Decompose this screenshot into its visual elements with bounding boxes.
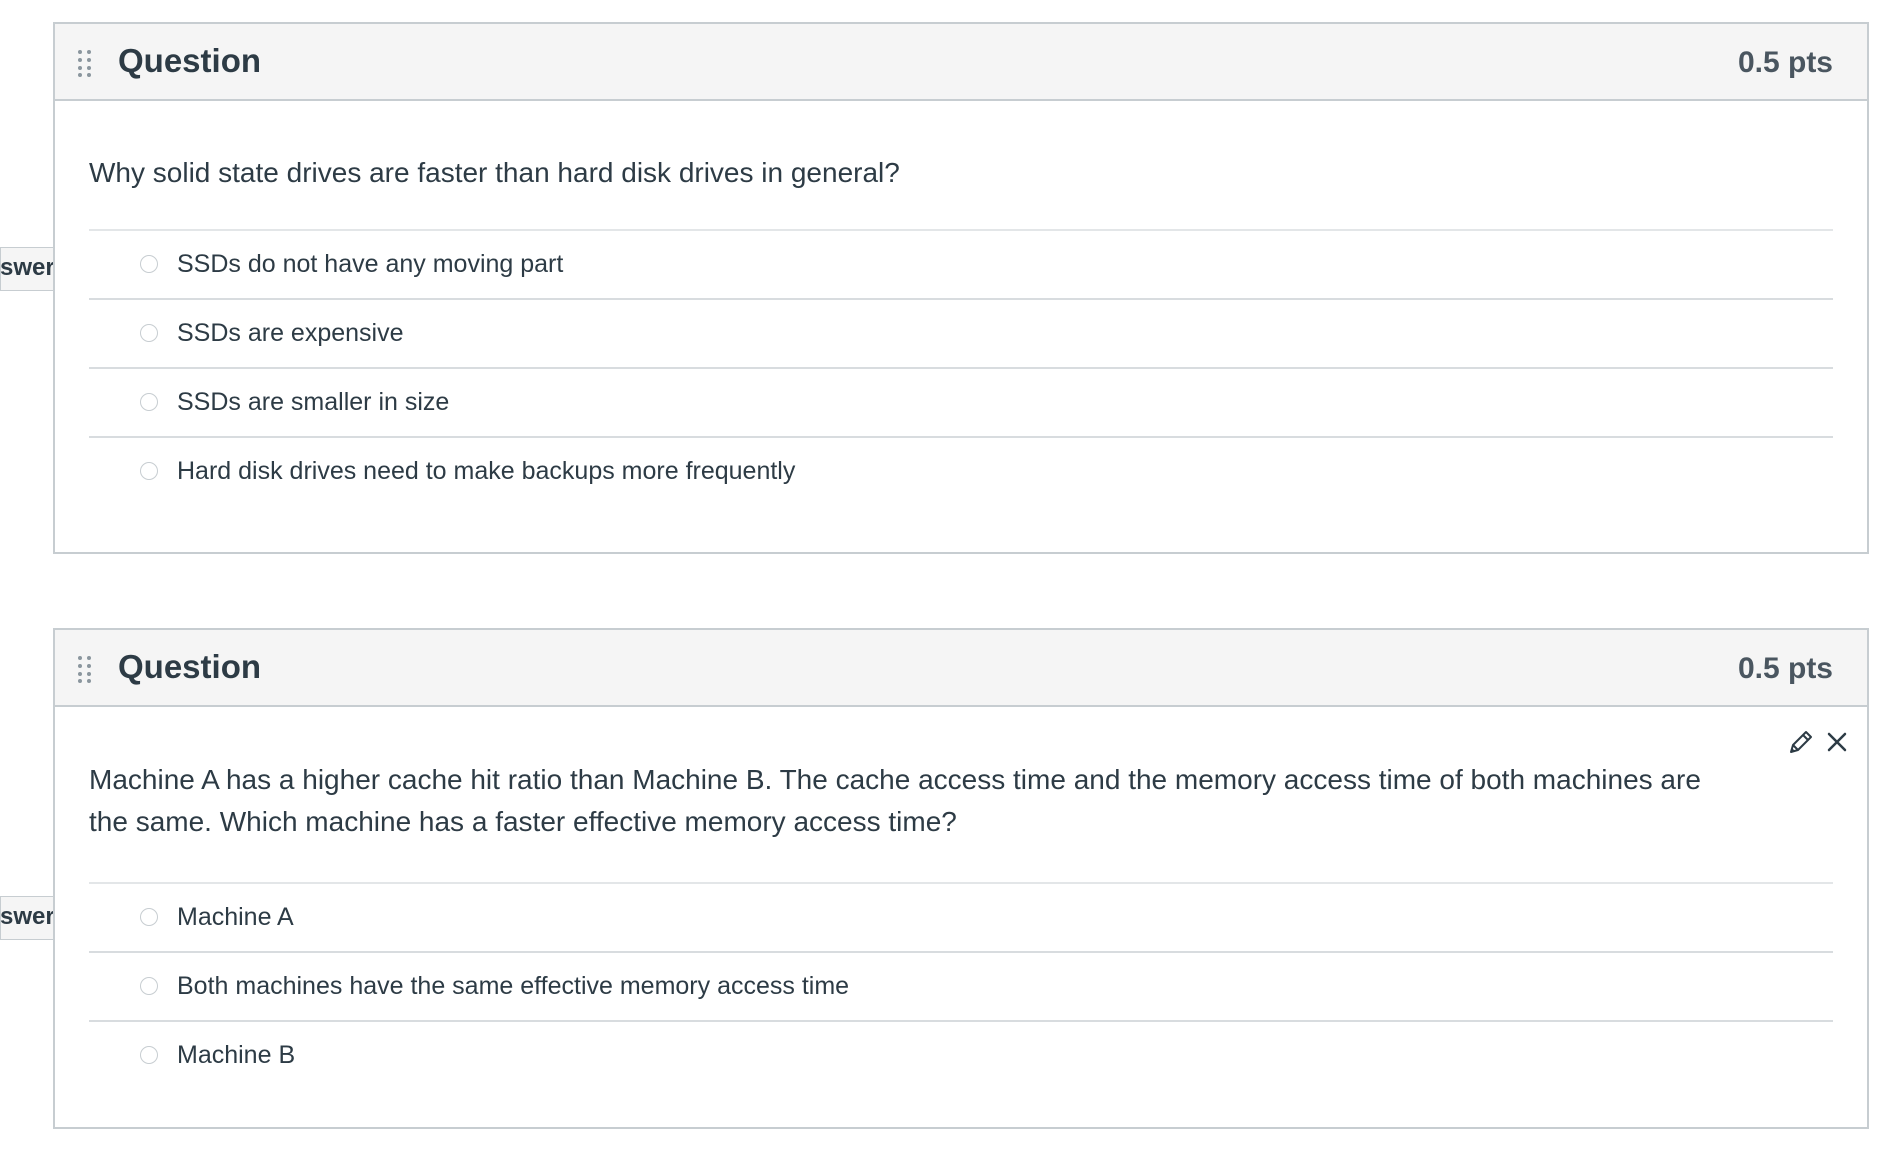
question-header: Question 0.5 pts	[55, 630, 1867, 707]
question-title: Question	[118, 42, 262, 79]
answer-label: Machine B	[177, 1041, 296, 1069]
question-card: Question 0.5 pts Machine A has a higher …	[53, 628, 1869, 1129]
answer-tag-label: swer	[0, 903, 55, 930]
answer-option[interactable]: Machine A	[89, 884, 1833, 953]
answer-radio[interactable]	[140, 393, 158, 411]
close-icon[interactable]	[1822, 727, 1852, 757]
answer-option[interactable]: Both machines have the same effective me…	[89, 953, 1833, 1022]
pencil-icon[interactable]	[1786, 727, 1816, 757]
question-card: Question 0.5 pts Why solid state drives …	[53, 22, 1869, 554]
answer-label: SSDs are smaller in size	[177, 388, 450, 416]
question-body: Machine A has a higher cache hit ratio t…	[55, 707, 1867, 1091]
answer-option[interactable]: SSDs are smaller in size	[89, 369, 1833, 438]
answer-radio[interactable]	[140, 462, 158, 480]
drag-handle-icon[interactable]	[78, 50, 92, 78]
drag-handle-icon[interactable]	[78, 656, 92, 684]
answer-radio[interactable]	[140, 908, 158, 926]
answer-tag-label: swer	[0, 254, 55, 281]
answer-label: Machine A	[177, 903, 294, 931]
answer-label: Hard disk drives need to make backups mo…	[177, 457, 796, 485]
answer-option[interactable]: Hard disk drives need to make backups mo…	[89, 438, 1833, 507]
question-points: 0.5 pts	[1737, 652, 1833, 685]
answer-radio[interactable]	[140, 324, 158, 342]
question-title: Question	[118, 648, 262, 685]
answer-radio[interactable]	[140, 977, 158, 995]
answer-label: SSDs do not have any moving part	[177, 250, 564, 278]
answer-option[interactable]: SSDs are expensive	[89, 300, 1833, 369]
question-points: 0.5 pts	[1737, 46, 1833, 79]
question-header: Question 0.5 pts	[55, 24, 1867, 101]
answer-radio[interactable]	[140, 255, 158, 273]
answer-option[interactable]: Machine B	[89, 1022, 1833, 1091]
question-text: Machine A has a higher cache hit ratio t…	[89, 764, 1701, 837]
answer-label: Both machines have the same effective me…	[177, 972, 850, 1000]
question-body: Why solid state drives are faster than h…	[55, 101, 1867, 507]
answer-option[interactable]: SSDs do not have any moving part	[89, 231, 1833, 300]
question-actions	[1786, 727, 1852, 757]
question-text: Why solid state drives are faster than h…	[89, 157, 900, 188]
answer-list: SSDs do not have any moving part SSDs ar…	[89, 229, 1833, 507]
answer-radio[interactable]	[140, 1046, 158, 1064]
answer-label: SSDs are expensive	[177, 319, 404, 347]
answer-list: Machine A Both machines have the same ef…	[89, 882, 1833, 1091]
